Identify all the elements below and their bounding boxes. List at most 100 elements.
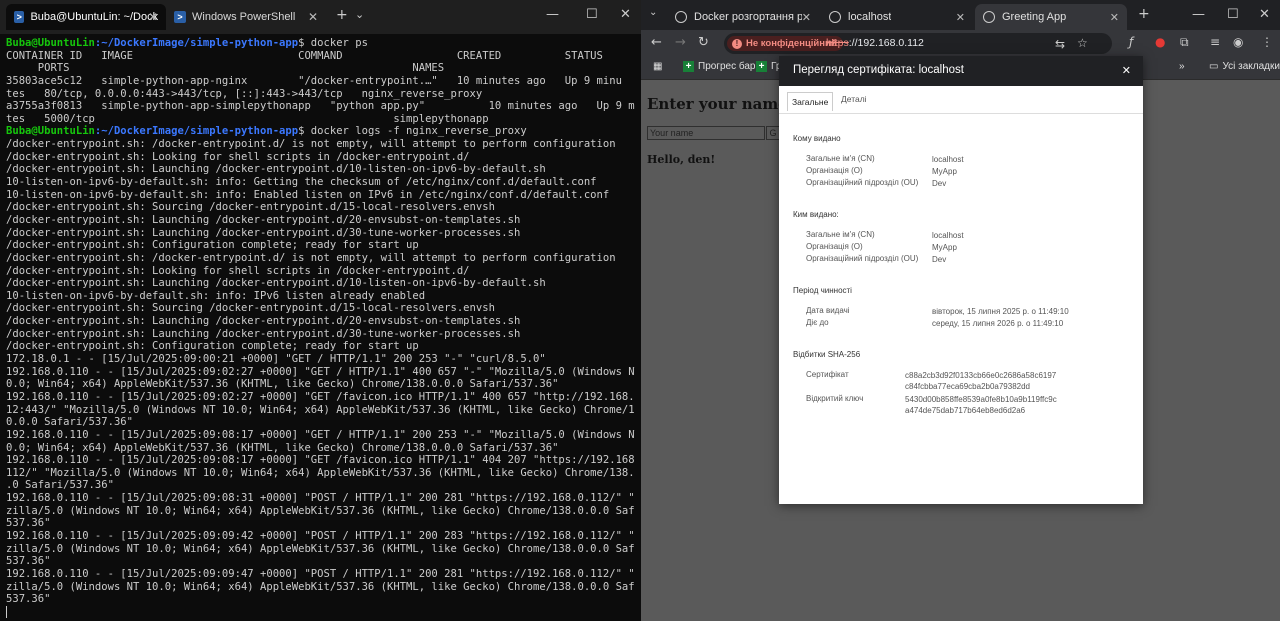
tab-label: Docker розгортання рекоме	[694, 11, 802, 23]
reading-list-icon[interactable]: ≡	[1210, 35, 1220, 49]
formula-icon[interactable]: ƒ	[1129, 35, 1133, 49]
extensions-icon[interactable]: ⧉	[1180, 35, 1189, 50]
name-input[interactable]: Your name	[647, 126, 765, 140]
menu-icon[interactable]: ⋮	[1261, 35, 1273, 49]
terminal-tab-ubuntu[interactable]: > Buba@UbuntuLin: ~/DockerIn ✕	[6, 4, 166, 30]
star-icon[interactable]: ☆	[1077, 36, 1088, 50]
prompt-command: $ docker logs -f nginx_reverse_proxy	[298, 125, 527, 138]
terminal-output-line: /docker-entrypoint.sh: /docker-entrypoin…	[6, 138, 616, 151]
terminal-output-line: 192.168.0.110 - - [15/Jul/2025:09:09:42 …	[6, 529, 635, 542]
globe-icon	[675, 11, 687, 23]
close-window-icon[interactable]: ✕	[620, 7, 631, 22]
terminal-output-line: /docker-entrypoint.sh: Sourcing /docker-…	[6, 201, 495, 214]
chevron-right-icon[interactable]: »	[1179, 61, 1185, 72]
issued-to-heading: Кому видано	[793, 134, 841, 143]
terminal-output-line: tes 80/tcp, 0.0.0.0:443->443/tcp, [::]:4…	[6, 87, 483, 100]
browser-tab-localhost[interactable]: localhost ✕	[821, 4, 973, 30]
field-value: MyApp	[932, 243, 957, 252]
back-icon[interactable]: ←	[651, 35, 662, 50]
close-icon[interactable]: ✕	[1110, 11, 1119, 24]
browser-tab-greeting-app[interactable]: Greeting App ✕	[975, 4, 1127, 30]
field-label: Організаційний підрозділ (OU)	[806, 178, 919, 187]
terminal-output-line: 537.36"	[6, 555, 51, 568]
close-icon[interactable]: ✕	[1122, 64, 1131, 77]
terminal-output-line: /docker-entrypoint.sh: Launching /docker…	[6, 163, 546, 176]
close-icon[interactable]: ✕	[956, 11, 965, 24]
browser-tab-docker[interactable]: Docker розгортання рекоме ✕	[667, 4, 819, 30]
field-value: вівторок, 15 липня 2025 р. о 11:49:10	[932, 307, 1069, 316]
page-heading: Enter your name:	[647, 95, 794, 113]
terminal-output-line: zilla/5.0 (Windows NT 10.0; Win64; x64) …	[6, 504, 635, 517]
field-label: Відкритий ключ	[806, 394, 864, 403]
new-tab-button[interactable]: +	[336, 7, 348, 23]
field-label: Загальне ім'я (CN)	[806, 154, 875, 163]
reload-icon[interactable]: ↻	[698, 35, 709, 50]
terminal-output-line: 172.18.0.1 - - [15/Jul/2025:09:00:21 +00…	[6, 353, 546, 366]
bookmark-label: Прогрес бар	[698, 61, 756, 72]
linux-icon: >	[14, 11, 25, 23]
terminal-output-line: 112/" "Mozilla/5.0 (Windows NT 10.0; Win…	[6, 466, 635, 479]
tab-dropdown-button[interactable]: ⌄	[355, 8, 364, 21]
issued-by-heading: Ким видано:	[793, 210, 839, 219]
terminal-output-line: 192.168.0.110 - - [15/Jul/2025:09:02:27 …	[6, 390, 635, 403]
greet-button[interactable]: G	[766, 126, 780, 140]
tab-general[interactable]: Загальне	[787, 92, 834, 111]
tab-search-icon[interactable]: ⌄	[649, 7, 657, 18]
profile-icon[interactable]: ◉	[1233, 35, 1243, 49]
browser-toolbar: ← → ↻ ! Не конфіденційний https://192.16…	[641, 30, 1280, 56]
forward-icon[interactable]: →	[675, 35, 686, 50]
bookmark-gr[interactable]: + Гр	[756, 61, 781, 72]
address-bar[interactable]: ! Не конфіденційний https://192.168.0.11…	[724, 33, 1112, 54]
extension-red-icon[interactable]: ●	[1155, 35, 1165, 49]
terminal-output-line: /docker-entrypoint.sh: Configuration com…	[6, 340, 419, 353]
terminal-output[interactable]: Buba@UbuntuLin:~/DockerImage/simple-pyth…	[0, 34, 635, 621]
tab-label: Buba@UbuntuLin: ~/DockerIn	[30, 11, 158, 23]
terminal-output-line: zilla/5.0 (Windows NT 10.0; Win64; x64) …	[6, 542, 635, 555]
close-icon[interactable]: ✕	[148, 10, 158, 24]
prompt-command: $ docker ps	[298, 37, 368, 49]
terminal-output-line: CONTAINER ID IMAGE COMMAND CREATED STATU…	[6, 49, 603, 62]
terminal-output-line: 192.168.0.110 - - [15/Jul/2025:09:08:31 …	[6, 492, 635, 505]
close-icon[interactable]: ✕	[802, 11, 811, 24]
all-bookmarks[interactable]: ▭ Усі закладки	[1209, 61, 1280, 72]
terminal-output-line: 10-listen-on-ipv6-by-default.sh: info: G…	[6, 176, 597, 189]
bookmark-plus-icon: +	[683, 61, 694, 72]
not-secure-label: Не конфіденційний	[746, 38, 837, 49]
tab-label: localhost	[848, 11, 892, 23]
terminal-output-line: /docker-entrypoint.sh: Launching /docker…	[6, 226, 521, 239]
new-tab-button[interactable]: +	[1138, 6, 1150, 22]
prompt-path: :~/DockerImage/simple-python-app	[94, 37, 299, 49]
terminal-output-line: /docker-entrypoint.sh: Sourcing /docker-…	[6, 302, 495, 315]
terminal-prompt-line: Buba@UbuntuLin:~/DockerImage/simple-pyth…	[6, 37, 635, 50]
minimize-icon[interactable]: —	[1192, 7, 1205, 22]
minimize-icon[interactable]: —	[546, 7, 559, 22]
terminal-tab-bar: > Buba@UbuntuLin: ~/DockerIn ✕ > Windows…	[0, 0, 641, 34]
translate-icon[interactable]: ⇆	[1055, 37, 1065, 51]
terminal-cursor-line	[6, 605, 635, 619]
terminal-output-line: 0.0; Win64; x64) AppleWebKit/537.36 (KHT…	[6, 378, 559, 391]
terminal-output-line: PORTS NAMES	[6, 62, 445, 75]
field-label: Організація (O)	[806, 166, 863, 175]
globe-icon	[829, 11, 841, 23]
maximize-icon[interactable]: ☐	[586, 7, 598, 22]
text-cursor	[6, 605, 7, 618]
url-text[interactable]: https://192.168.0.112	[826, 37, 924, 49]
close-window-icon[interactable]: ✕	[1259, 7, 1270, 22]
apps-icon[interactable]: ▦	[653, 61, 662, 72]
close-icon[interactable]: ✕	[308, 10, 318, 24]
maximize-icon[interactable]: ☐	[1227, 7, 1239, 22]
terminal-output-line: a3755a3f0813 simple-python-app-simplepyt…	[6, 100, 635, 113]
terminal-output-line: 12:443/" "Mozilla/5.0 (Windows NT 10.0; …	[6, 403, 635, 416]
terminal-output-line: 192.168.0.110 - - [15/Jul/2025:09:08:17 …	[6, 454, 635, 467]
terminal-output-line: 0.0; Win64; x64) AppleWebKit/537.36 (KHT…	[6, 441, 559, 454]
bookmark-progress-bar[interactable]: + Прогрес бар	[683, 61, 755, 72]
terminal-output-line: 537.36"	[6, 593, 51, 606]
terminal-tab-powershell[interactable]: > Windows PowerShell ✕	[166, 4, 326, 30]
field-value: середу, 15 липня 2026 р. о 11:49:10	[932, 319, 1064, 328]
tab-details[interactable]: Деталі	[841, 94, 867, 104]
terminal-output-line: /docker-entrypoint.sh: Looking for shell…	[6, 150, 470, 163]
prompt-path: :~/DockerImage/simple-python-app	[94, 125, 299, 138]
terminal-output-line: .0 Safari/537.36"	[6, 479, 114, 492]
field-value: 5430d00b858ffe8539a0fe8b10a9b119ffc9ca47…	[905, 395, 1057, 415]
tab-label: Windows PowerShell	[192, 11, 296, 23]
